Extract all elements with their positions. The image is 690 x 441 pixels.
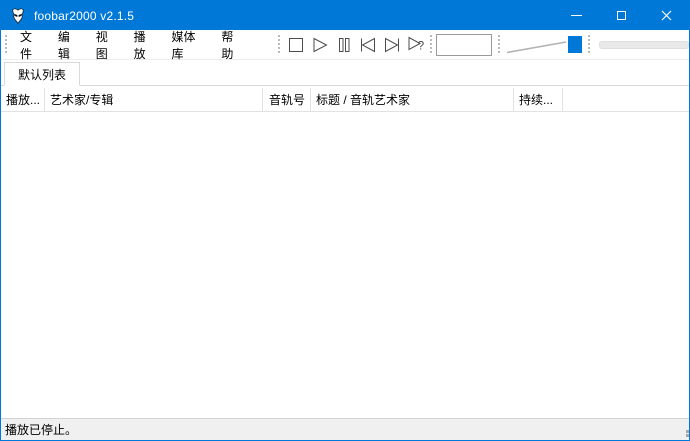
volume-slider-handle[interactable]	[568, 36, 582, 53]
resize-grip[interactable]	[682, 434, 685, 437]
toolbar-grip-handle[interactable]	[5, 35, 7, 55]
play-random-icon: ?	[407, 36, 426, 53]
close-icon	[661, 10, 672, 21]
menu-file[interactable]: 文件	[13, 30, 51, 59]
seekbar[interactable]	[599, 41, 689, 49]
column-header-artist-album[interactable]: 艺术家/专辑	[45, 88, 263, 111]
app-window: foobar2000 v2.1.5 文件 编辑 视图 播放 媒体库 帮助	[0, 0, 690, 441]
tab-default-playlist[interactable]: 默认列表	[4, 62, 80, 86]
play-button[interactable]	[308, 33, 332, 57]
caption-buttons	[554, 1, 689, 30]
column-header-playing[interactable]: 播放...	[1, 88, 45, 111]
next-icon	[383, 37, 401, 53]
menu-edit[interactable]: 编辑	[51, 30, 89, 59]
menu-library[interactable]: 媒体库	[165, 30, 215, 59]
volume-slider[interactable]	[504, 34, 584, 56]
search-box	[436, 34, 492, 56]
status-text: 播放已停止。	[5, 421, 77, 438]
next-button[interactable]	[380, 33, 404, 57]
svg-text:?: ?	[417, 39, 424, 53]
menu-help[interactable]: 帮助	[214, 30, 252, 59]
volume-toolbar-grip-handle[interactable]	[498, 35, 500, 55]
status-bar: 播放已停止。	[1, 418, 689, 440]
window-title: foobar2000 v2.1.5	[34, 9, 134, 23]
playback-buttons: ?	[284, 33, 428, 57]
playback-toolbar-grip-handle[interactable]	[278, 35, 280, 55]
column-header-title-track-artist[interactable]: 标题 / 音轨艺术家	[311, 88, 514, 111]
menu-bar: 文件 编辑 视图 播放 媒体库 帮助	[13, 30, 252, 59]
playlist-column-headers: 播放... 艺术家/专辑 音轨号 标题 / 音轨艺术家 持续...	[1, 88, 689, 112]
maximize-icon	[617, 11, 626, 20]
previous-button[interactable]	[356, 33, 380, 57]
column-header-duration[interactable]: 持续...	[514, 88, 563, 111]
stop-button[interactable]	[284, 33, 308, 57]
search-input[interactable]	[437, 35, 491, 55]
minimize-button[interactable]	[554, 1, 599, 30]
minimize-icon	[571, 15, 582, 16]
menu-view[interactable]: 视图	[89, 30, 127, 59]
play-random-button[interactable]: ?	[404, 33, 428, 57]
title-bar: foobar2000 v2.1.5	[1, 1, 689, 30]
column-header-filler	[563, 88, 689, 111]
close-button[interactable]	[644, 1, 689, 30]
pause-button[interactable]	[332, 33, 356, 57]
seekbar-toolbar-grip-handle[interactable]	[588, 35, 590, 55]
column-header-track-number[interactable]: 音轨号	[263, 88, 311, 111]
pause-icon	[337, 37, 351, 53]
menu-playback[interactable]: 播放	[127, 30, 165, 59]
play-icon	[312, 37, 329, 53]
playlist-tab-bar: 默认列表	[1, 60, 689, 86]
playlist-view[interactable]	[1, 112, 689, 418]
stop-icon	[288, 37, 304, 53]
search-toolbar-grip-handle[interactable]	[430, 35, 432, 55]
foobar2000-logo-icon	[9, 7, 27, 25]
toolbar: 文件 编辑 视图 播放 媒体库 帮助	[1, 30, 689, 60]
previous-icon	[359, 37, 377, 53]
maximize-button[interactable]	[599, 1, 644, 30]
